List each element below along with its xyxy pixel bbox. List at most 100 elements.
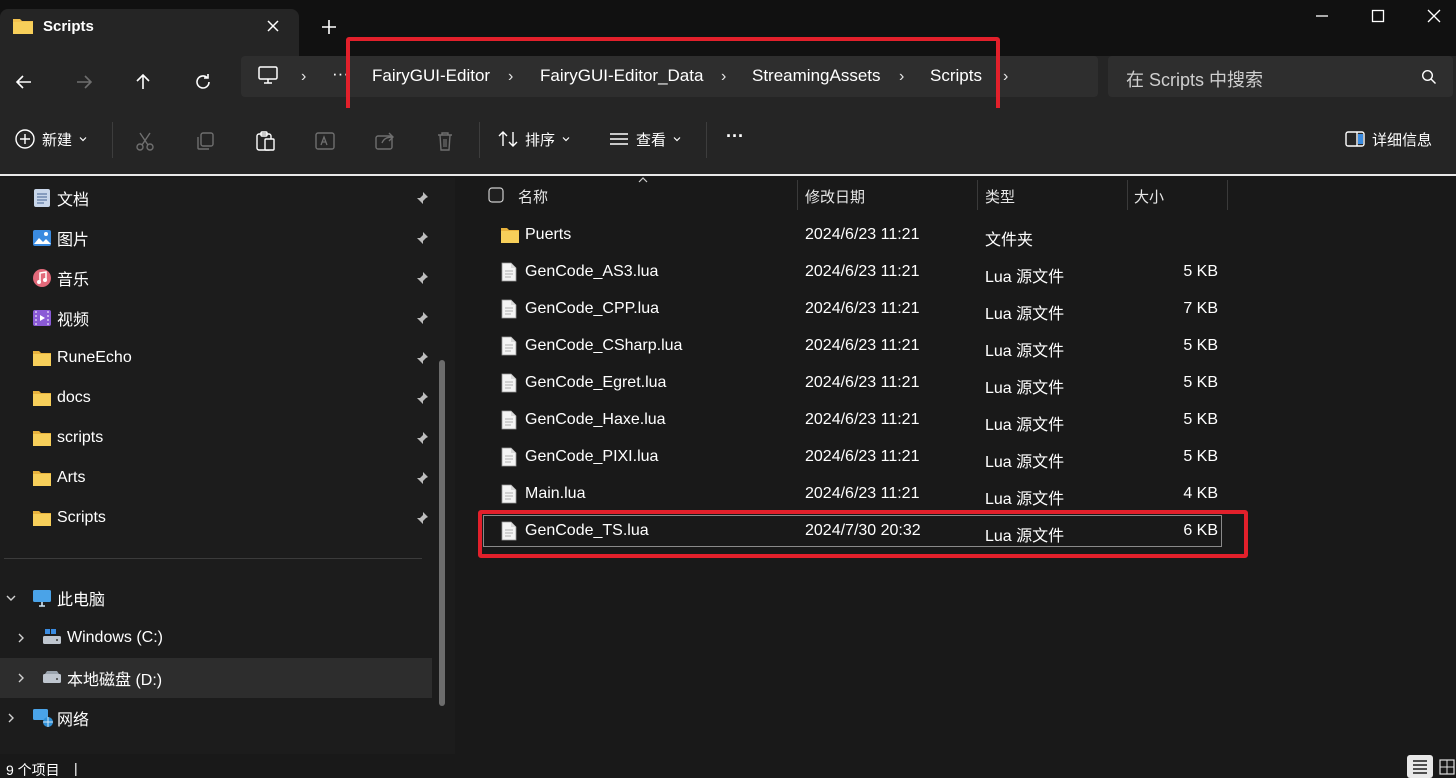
details-pane-icon	[1344, 128, 1366, 150]
nav-item-music[interactable]: 音乐	[0, 258, 436, 298]
documents-icon	[32, 188, 52, 208]
file-size: 5 KB	[1183, 411, 1218, 428]
cut-icon[interactable]	[134, 130, 156, 152]
chevron-right-icon[interactable]	[15, 672, 27, 684]
copy-icon[interactable]	[194, 130, 216, 152]
file-icon	[500, 336, 518, 356]
breadcrumb-fairygui-editor-data[interactable]: FairyGUI-Editor_Data	[540, 66, 703, 86]
nav-item-drive-c[interactable]: Windows (C:)	[0, 618, 436, 658]
new-button[interactable]: 新建	[14, 128, 88, 150]
maximize-icon[interactable]	[1370, 8, 1386, 24]
file-name[interactable]: Puerts	[525, 226, 571, 244]
pin-icon[interactable]	[415, 191, 429, 205]
chevron-down-icon	[561, 134, 571, 144]
nav-item-label: Windows (C:)	[67, 629, 164, 646]
breadcrumb-separator[interactable]: ›	[508, 68, 513, 86]
nav-item-this-pc[interactable]: 此电脑	[0, 578, 436, 618]
new-tab-button[interactable]	[320, 18, 338, 36]
folder-icon	[32, 509, 52, 529]
delete-icon[interactable]	[434, 130, 456, 152]
pictures-icon	[32, 228, 52, 248]
file-name[interactable]: GenCode_CSharp.lua	[525, 337, 682, 355]
this-pc-icon[interactable]	[258, 66, 278, 84]
column-divider[interactable]	[1127, 180, 1128, 210]
chevron-right-icon[interactable]	[5, 712, 17, 724]
tiles-view-toggle[interactable]	[1438, 758, 1456, 776]
column-divider[interactable]	[977, 180, 978, 210]
pin-icon[interactable]	[415, 231, 429, 245]
pin-icon[interactable]	[415, 431, 429, 445]
file-name[interactable]: GenCode_TS.lua	[525, 522, 649, 540]
file-name[interactable]: Main.lua	[525, 485, 585, 503]
file-name[interactable]: GenCode_PIXI.lua	[525, 448, 658, 466]
file-icon	[500, 262, 518, 282]
pin-icon[interactable]	[415, 311, 429, 325]
column-header-size[interactable]: 大小	[1134, 186, 1164, 207]
nav-item-runeecho[interactable]: RuneEcho	[0, 338, 436, 378]
file-size: 6 KB	[1183, 522, 1218, 539]
rename-icon[interactable]	[314, 130, 336, 152]
pin-icon[interactable]	[415, 351, 429, 365]
search-icon[interactable]	[1421, 69, 1437, 85]
pin-icon[interactable]	[415, 391, 429, 405]
nav-item-scripts[interactable]: Scripts	[0, 498, 436, 538]
chevron-down-icon[interactable]	[5, 592, 17, 604]
breadcrumb-overflow[interactable]: ···	[332, 64, 349, 84]
file-name[interactable]: GenCode_Haxe.lua	[525, 411, 666, 429]
forward-arrow-icon[interactable]	[68, 66, 100, 98]
back-arrow-icon[interactable]	[8, 66, 40, 98]
share-icon[interactable]	[374, 130, 396, 152]
file-date: 2024/6/23 11:21	[805, 226, 920, 243]
close-tab-icon[interactable]	[265, 18, 281, 34]
nav-item-arts[interactable]: Arts	[0, 458, 436, 498]
column-divider[interactable]	[797, 180, 798, 210]
nav-item-videos[interactable]: 视频	[0, 298, 436, 338]
file-name[interactable]: GenCode_CPP.lua	[525, 300, 659, 318]
nav-item-label: 图片	[57, 232, 90, 249]
file-name[interactable]: GenCode_AS3.lua	[525, 263, 658, 281]
pin-icon[interactable]	[415, 471, 429, 485]
search-placeholder[interactable]: 在 Scripts 中搜索	[1126, 66, 1263, 92]
network-icon	[32, 708, 53, 728]
chevron-right-icon[interactable]	[15, 632, 27, 644]
nav-scrollbar[interactable]	[439, 360, 445, 706]
minimize-icon[interactable]	[1308, 8, 1336, 24]
nav-item-label: docs	[57, 389, 91, 406]
paste-icon[interactable]	[254, 130, 276, 152]
pin-icon[interactable]	[415, 511, 429, 525]
column-header-type[interactable]: 类型	[985, 186, 1015, 207]
details-view-toggle[interactable]	[1407, 755, 1433, 778]
folder-icon	[500, 226, 519, 246]
breadcrumb-fairygui-editor[interactable]: FairyGUI-Editor	[372, 66, 490, 86]
breadcrumb-separator[interactable]: ›	[1003, 68, 1008, 86]
select-all-checkbox[interactable]	[488, 187, 504, 203]
nav-item-network[interactable]: 网络	[0, 698, 436, 738]
videos-icon	[32, 308, 52, 328]
close-window-icon[interactable]	[1425, 7, 1443, 25]
file-size: 5 KB	[1183, 263, 1218, 280]
breadcrumb-separator[interactable]: ›	[899, 68, 904, 86]
details-pane-button[interactable]: 详细信息	[1344, 128, 1432, 150]
column-divider[interactable]	[1227, 180, 1228, 210]
file-name[interactable]: GenCode_Egret.lua	[525, 374, 666, 392]
refresh-icon[interactable]	[187, 66, 219, 98]
breadcrumb-separator[interactable]: ›	[721, 68, 726, 86]
view-button[interactable]: 查看	[608, 128, 682, 150]
nav-item-documents[interactable]: 文档	[0, 178, 436, 218]
file-type: Lua 源文件	[985, 454, 1065, 471]
pin-icon[interactable]	[415, 271, 429, 285]
more-options-button[interactable]: ···	[726, 126, 744, 147]
nav-item-scripts-lower[interactable]: scripts	[0, 418, 436, 458]
column-header-date[interactable]: 修改日期	[805, 186, 865, 207]
up-arrow-icon[interactable]	[127, 66, 159, 98]
breadcrumb-streamingassets[interactable]: StreamingAssets	[752, 66, 881, 86]
column-header-name[interactable]: 名称	[518, 186, 548, 207]
file-date: 2024/6/23 11:21	[805, 300, 920, 317]
nav-item-pictures[interactable]: 图片	[0, 218, 436, 258]
breadcrumb-scripts[interactable]: Scripts	[930, 66, 982, 86]
nav-item-drive-d[interactable]: 本地磁盘 (D:)	[0, 658, 436, 698]
breadcrumb-separator[interactable]: ›	[301, 68, 306, 86]
sort-button[interactable]: 排序	[497, 128, 571, 150]
tab-title: Scripts	[43, 18, 94, 35]
nav-item-docs[interactable]: docs	[0, 378, 436, 418]
